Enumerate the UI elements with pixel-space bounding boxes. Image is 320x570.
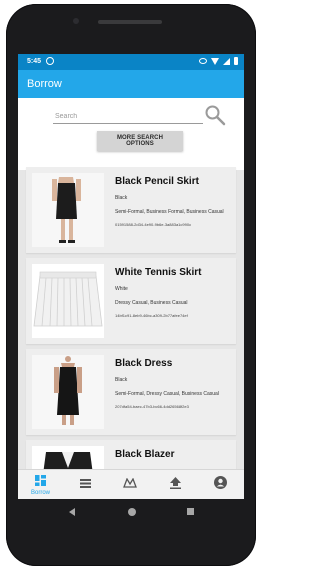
item-id: 14bf1c91-8eb9-46bc-a309-2b77afee74ef	[115, 313, 188, 318]
item-list: Black Pencil Skirt Black Semi-Formal, Bu…	[26, 167, 236, 499]
item-color: Black	[115, 377, 128, 383]
page-title: Borrow	[27, 78, 62, 90]
item-color: White	[115, 286, 128, 292]
app-bar: Borrow	[18, 70, 244, 98]
item-occasions: Semi-Formal, Dressy Casual, Business Cas…	[115, 391, 219, 397]
back-icon[interactable]	[69, 508, 75, 516]
upload-icon	[170, 477, 181, 489]
item-name: Black Dress	[115, 358, 173, 369]
search-icon[interactable]	[204, 104, 226, 126]
more-search-options-button[interactable]: MORE SEARCH OPTIONS	[97, 131, 183, 151]
phone-frame: 5:45 Borrow MORE SEARCH OPTIONS	[6, 4, 256, 566]
nav-item-closet[interactable]	[108, 470, 153, 499]
item-name: Black Pencil Skirt	[115, 176, 199, 187]
status-time: 5:45	[27, 58, 42, 65]
list-item[interactable]: White Tennis Skirt White Dressy Casual, …	[26, 258, 236, 344]
item-id: 01591588-2d34-4e90-9b6e-3a883a1c990c	[115, 222, 192, 227]
item-name: Black Blazer	[115, 449, 175, 460]
item-occasions: Semi-Formal, Business Formal, Business C…	[115, 209, 224, 215]
status-icons	[199, 57, 238, 65]
list-item[interactable]: Black Dress Black Semi-Formal, Dressy Ca…	[26, 349, 236, 435]
pencil-skirt-image	[32, 173, 104, 247]
nav-item-account[interactable]	[198, 470, 243, 499]
battery-icon	[234, 57, 238, 65]
tennis-skirt-image	[32, 264, 104, 338]
sync-icon	[46, 57, 54, 65]
item-id: 207dfa54-baec-47b3-bc66-4dd26568f2e3	[115, 404, 189, 409]
speaker-grille	[98, 20, 162, 24]
recent-apps-icon[interactable]	[187, 508, 194, 515]
bottom-nav: Borrow	[18, 469, 244, 499]
item-color: Black	[115, 195, 128, 201]
search-input[interactable]	[53, 109, 203, 124]
black-dress-image	[32, 355, 104, 429]
home-icon[interactable]	[128, 508, 136, 516]
account-icon	[214, 476, 227, 489]
nav-item-borrow[interactable]: Borrow	[18, 470, 63, 499]
search-area: MORE SEARCH OPTIONS	[18, 98, 244, 170]
signal-icon	[223, 57, 230, 65]
nav-item-list[interactable]	[63, 470, 108, 499]
app-screen: 5:45 Borrow MORE SEARCH OPTIONS	[18, 54, 244, 499]
hanger-icon	[123, 478, 137, 488]
nav-label-borrow: Borrow	[30, 490, 50, 496]
eye-icon	[199, 58, 207, 64]
camera-icon	[73, 18, 79, 24]
dashboard-icon	[35, 475, 46, 486]
list-icon	[80, 479, 91, 488]
system-nav-bar	[18, 499, 244, 527]
list-item[interactable]: Black Pencil Skirt Black Semi-Formal, Bu…	[26, 167, 236, 253]
item-name: White Tennis Skirt	[115, 267, 202, 278]
status-bar: 5:45	[18, 54, 244, 70]
item-occasions: Dressy Casual, Business Casual	[115, 300, 188, 306]
wifi-icon	[211, 57, 219, 65]
nav-item-upload[interactable]	[153, 470, 198, 499]
